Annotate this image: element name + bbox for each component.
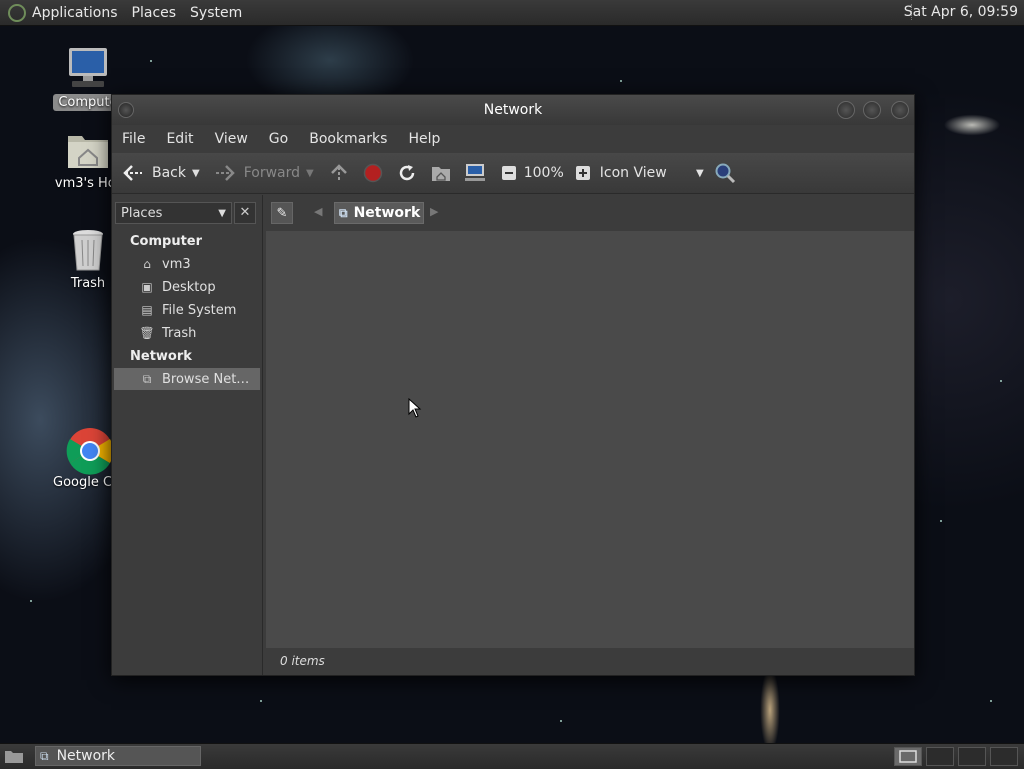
places-menu[interactable]: Places <box>132 5 177 21</box>
home-button[interactable] <box>430 162 452 184</box>
window-title: Network <box>483 102 543 118</box>
system-menu[interactable]: System <box>190 5 242 21</box>
file-manager-window: Network File Edit View Go Bookmarks Help… <box>111 94 915 676</box>
path-bar: ✎ ◀ ⧉ Network ▶ <box>266 195 914 231</box>
distro-logo-icon[interactable] <box>8 3 26 22</box>
sidebar-section-computer: Computer <box>130 234 203 249</box>
places-sidebar: Places ▼ ✕ Computer ⌂ vm3 ▣ Desktop ▤ Fi… <box>112 195 263 675</box>
forward-history-dropdown-icon[interactable]: ▼ <box>306 168 314 179</box>
sidebar-type-select[interactable]: Places ▼ <box>115 202 232 224</box>
item-count: 0 items <box>280 654 325 668</box>
sidebar-item-desktop[interactable]: ▣ Desktop <box>114 276 260 298</box>
forward-arrow-icon <box>214 162 236 184</box>
menu-go[interactable]: Go <box>269 131 288 147</box>
workspace-1[interactable] <box>894 747 922 766</box>
mouse-pointer-icon <box>408 397 422 422</box>
minimize-button[interactable] <box>837 101 855 119</box>
window-titlebar[interactable]: Network <box>112 95 914 125</box>
computer-button[interactable] <box>464 162 486 184</box>
up-arrow-icon <box>328 162 350 184</box>
computer-icon <box>66 46 110 90</box>
zoom-out-icon <box>498 162 520 184</box>
forward-button[interactable]: Forward <box>214 162 300 184</box>
trash-icon: 🗑 <box>139 326 155 340</box>
menu-bookmarks[interactable]: Bookmarks <box>309 131 387 147</box>
zoom-level[interactable]: 100% <box>524 165 564 181</box>
zoom-out-button[interactable] <box>498 162 520 184</box>
desktop-folder-icon: ▣ <box>141 280 153 294</box>
back-label: Back <box>152 165 186 181</box>
network-icon: ⧉ <box>142 371 152 386</box>
home-folder-icon <box>66 128 110 172</box>
trash-icon <box>66 228 110 272</box>
network-icon: ⧉ <box>40 748 49 763</box>
show-desktop-icon[interactable] <box>4 748 24 764</box>
menu-file[interactable]: File <box>122 131 145 147</box>
up-button[interactable] <box>328 162 350 184</box>
workspace-2[interactable] <box>926 747 954 766</box>
home-folder-icon <box>430 162 452 184</box>
drive-icon: ▤ <box>141 303 153 317</box>
menubar: File Edit View Go Bookmarks Help <box>112 125 914 153</box>
back-history-dropdown-icon[interactable]: ▼ <box>192 168 200 179</box>
toolbar: Back ▼ Forward ▼ 100% Icon View ▼ <box>112 153 914 194</box>
back-button[interactable]: Back <box>122 162 186 184</box>
stop-button[interactable] <box>362 162 384 184</box>
sidebar-type-value: Places <box>121 205 163 221</box>
sidebar-item-label: Desktop <box>162 279 216 295</box>
path-crumb-label: Network <box>353 205 421 221</box>
zoom-in-button[interactable] <box>572 162 594 184</box>
close-button[interactable] <box>891 101 909 119</box>
sidebar-item-label: Trash <box>162 325 197 341</box>
maximize-button[interactable] <box>863 101 881 119</box>
path-scroll-right-icon[interactable]: ▶ <box>430 205 438 218</box>
back-arrow-icon <box>122 162 144 184</box>
view-mode-value: Icon View <box>599 165 667 181</box>
sidebar-item-trash[interactable]: 🗑 Trash <box>114 322 260 344</box>
reload-icon <box>396 162 418 184</box>
zoom-in-icon <box>572 162 594 184</box>
top-panel: Applications Places System Sat Apr 6, 09… <box>0 0 1024 26</box>
sidebar-item-label: Browse Net… <box>162 371 250 387</box>
close-icon: ✕ <box>239 205 251 220</box>
computer-icon <box>464 162 486 184</box>
path-crumb-network[interactable]: ⧉ Network <box>334 202 425 224</box>
network-icon: ⧉ <box>339 205 348 220</box>
chrome-icon <box>66 427 114 475</box>
taskbar-item-label: Network <box>56 748 116 764</box>
sidebar-item-vm3[interactable]: ⌂ vm3 <box>114 253 260 275</box>
toggle-location-entry-button[interactable]: ✎ <box>271 202 293 224</box>
menu-help[interactable]: Help <box>408 131 440 147</box>
stop-icon <box>362 162 384 184</box>
search-button[interactable] <box>714 162 736 184</box>
home-folder-icon: ⌂ <box>143 257 151 271</box>
forward-label: Forward <box>243 165 301 181</box>
workspace-3[interactable] <box>958 747 986 766</box>
view-mode-select[interactable]: Icon View ▼ <box>600 165 704 181</box>
sidebar-section-network: Network <box>130 349 192 364</box>
file-view[interactable]: ✎ ◀ ⧉ Network ▶ 0 items <box>266 195 914 675</box>
sidebar-item-label: vm3 <box>162 256 191 272</box>
path-scroll-left-icon[interactable]: ◀ <box>314 205 322 218</box>
chevron-down-icon: ▼ <box>218 207 226 219</box>
taskbar-item-network[interactable]: ⧉ Network <box>35 746 201 766</box>
status-bar: 0 items <box>266 648 914 675</box>
menu-edit[interactable]: Edit <box>166 131 193 147</box>
search-icon <box>714 162 736 184</box>
close-sidebar-button[interactable]: ✕ <box>234 202 256 224</box>
chevron-down-icon: ▼ <box>696 167 704 179</box>
applications-menu[interactable]: Applications <box>32 5 118 21</box>
workspace-4[interactable] <box>990 747 1018 766</box>
menu-view[interactable]: View <box>215 131 248 147</box>
sidebar-item-label: File System <box>162 302 237 318</box>
window-menu-button[interactable] <box>118 102 134 118</box>
reload-button[interactable] <box>396 162 418 184</box>
bottom-panel: ⧉ Network <box>0 743 1024 769</box>
sidebar-item-browse-network[interactable]: ⧉ Browse Net… <box>114 368 260 390</box>
clock[interactable]: Sat Apr 6, 09:59 <box>904 4 1018 20</box>
sidebar-item-file-system[interactable]: ▤ File System <box>114 299 260 321</box>
edit-icon: ✎ <box>276 205 288 221</box>
